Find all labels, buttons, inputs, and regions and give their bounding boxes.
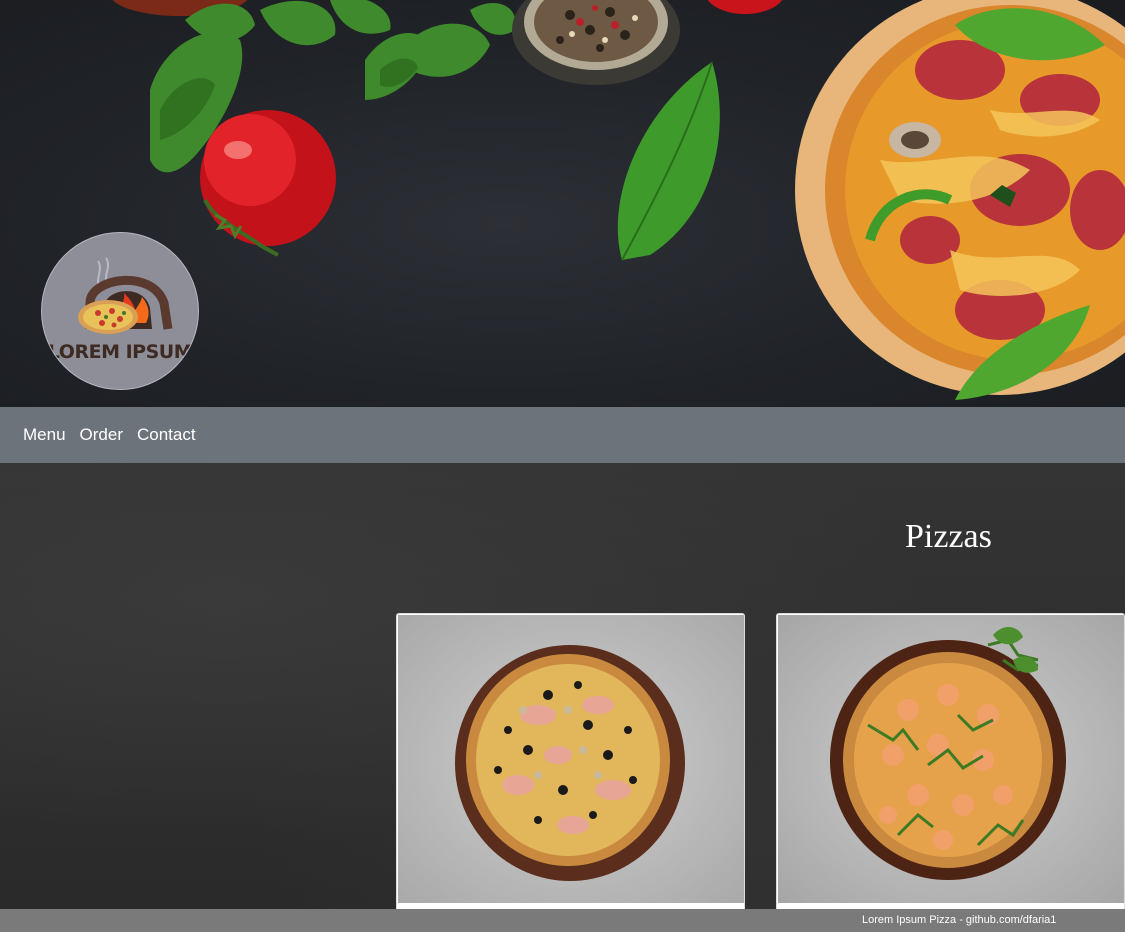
main-content: Pizzas (0, 463, 1125, 909)
pizza-card[interactable]: pizza-olives-ham-mushroom (396, 613, 745, 909)
pizza-image (398, 615, 744, 903)
section-title: Pizzas (905, 518, 992, 555)
pizza-image (778, 615, 1124, 903)
footer: Lorem Ipsum Pizza - github.com/dfaria1 (0, 909, 1125, 932)
nav-item-contact[interactable]: Contact (130, 425, 203, 445)
pizza-card[interactable]: pizza-shrimp-arugula (776, 613, 1125, 909)
hero-banner: LOREM IPSUM (0, 0, 1125, 407)
nav-item-menu[interactable]: Menu (16, 425, 73, 445)
footer-text: Lorem Ipsum Pizza - github.com/dfaria1 (862, 914, 1057, 926)
nav-item-order[interactable]: Order (73, 425, 130, 445)
logo-text: LOREM IPSUM (47, 341, 193, 363)
brand-logo[interactable]: LOREM IPSUM (41, 232, 199, 390)
main-navigation: Menu Order Contact (0, 407, 1125, 463)
oven-icon (78, 257, 173, 334)
